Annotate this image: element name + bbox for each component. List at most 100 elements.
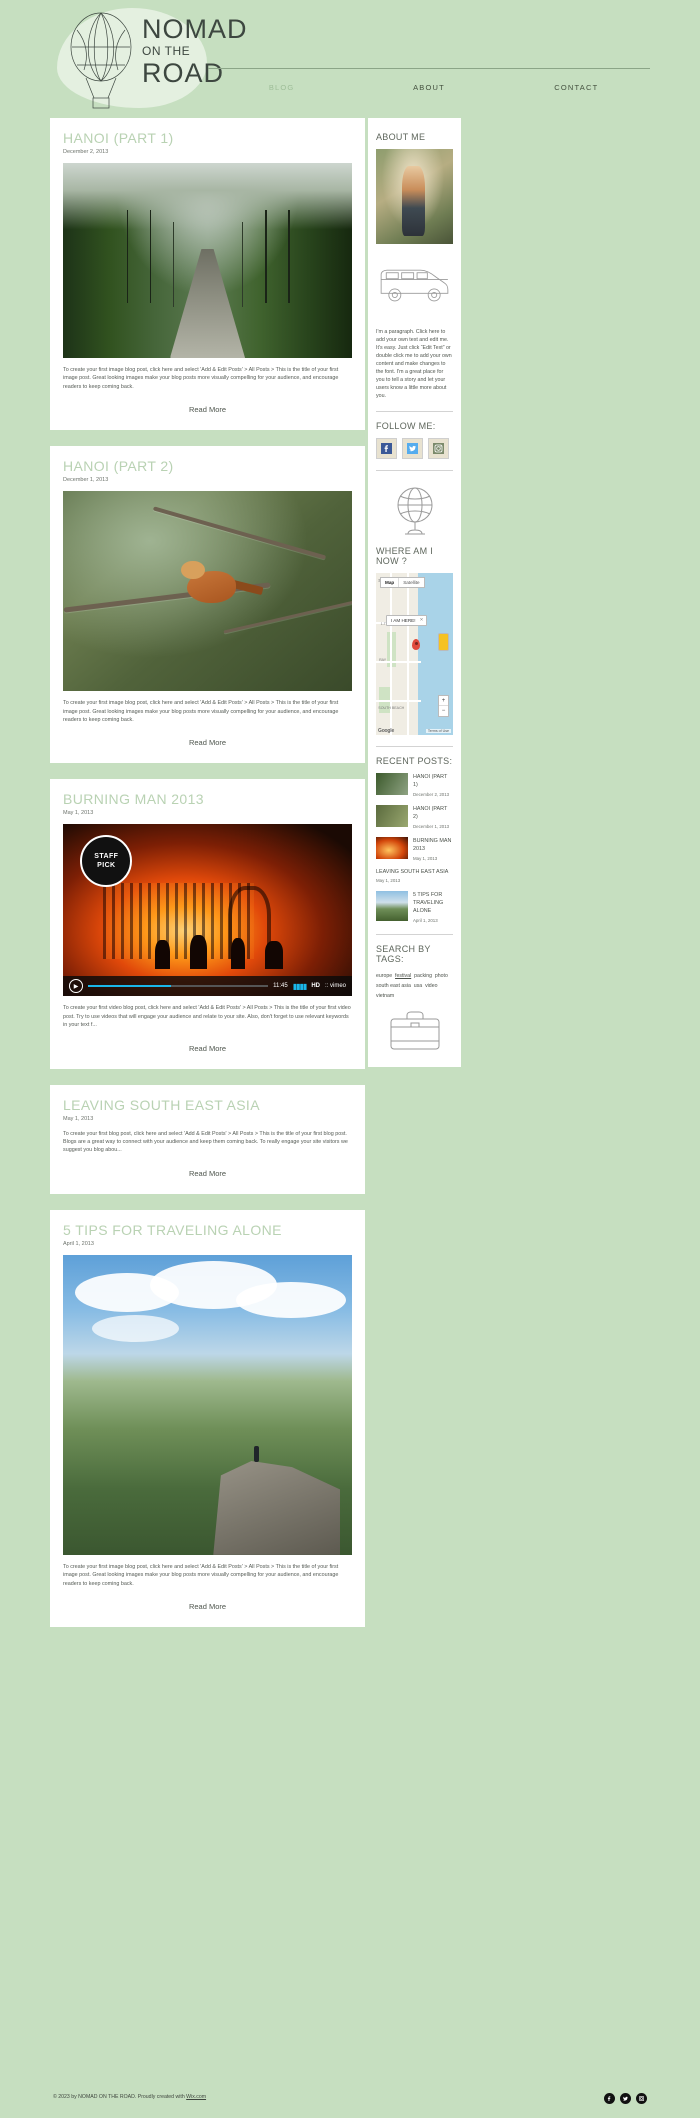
globe-icon bbox=[397, 487, 432, 535]
nav-item-contact[interactable]: CONTACT bbox=[503, 73, 650, 92]
map-button[interactable]: Map bbox=[381, 578, 400, 588]
post-title[interactable]: LEAVING SOUTH EAST ASIA bbox=[63, 1097, 352, 1113]
nav-item-about[interactable]: ABOUT bbox=[355, 73, 502, 92]
zoom-in-button[interactable]: + bbox=[439, 696, 448, 707]
post-title[interactable]: HANOI (PART 1) bbox=[63, 130, 352, 146]
read-more-link[interactable]: Read More bbox=[63, 738, 352, 747]
map-zoom-control[interactable]: + − bbox=[438, 695, 449, 718]
twitter-icon[interactable] bbox=[620, 2093, 631, 2104]
about-me-text: I'm a paragraph. Click here to add your … bbox=[376, 329, 452, 400]
video-controls-bar[interactable]: ▶ 11:45 ▮▮▮▮ HD :: vimeo bbox=[63, 976, 352, 997]
map-street-label-2: RAY bbox=[379, 657, 387, 662]
post-date: December 2, 2013 bbox=[63, 149, 109, 155]
post-body: To create your first image blog post, cl… bbox=[63, 367, 339, 390]
twitter-icon[interactable] bbox=[402, 438, 423, 460]
map-type-control[interactable]: Map Satellite bbox=[380, 577, 425, 589]
footer-copyright-text: © 2023 by NOMAD ON THE ROAD. Proudly cre… bbox=[53, 2094, 187, 2100]
divider bbox=[376, 470, 453, 472]
post-date: May 1, 2013 bbox=[63, 1115, 94, 1122]
divider bbox=[376, 746, 453, 748]
recent-post-date: December 2, 2013 bbox=[413, 792, 450, 798]
recent-post-title[interactable]: HANOI (PART 2) bbox=[413, 805, 453, 821]
blog-post-card: HANOI (PART 1) December 2, 2013 To creat… bbox=[50, 118, 365, 431]
map-pin-icon[interactable] bbox=[412, 639, 420, 651]
divider bbox=[376, 934, 453, 936]
logo-line-1: NOMAD bbox=[142, 14, 248, 44]
instagram-icon[interactable] bbox=[428, 438, 449, 460]
tag-usa[interactable]: usa bbox=[414, 983, 422, 989]
tag-cloud: europe festival packing photo south east… bbox=[376, 971, 453, 1001]
play-icon[interactable]: ▶ bbox=[69, 979, 83, 994]
post-body: To create your first image blog post, cl… bbox=[63, 700, 339, 724]
satellite-button[interactable]: Satellite bbox=[399, 578, 423, 587]
google-attribution: Google bbox=[378, 728, 395, 735]
tag-festival[interactable]: festival bbox=[395, 973, 411, 979]
recent-post-item[interactable]: HANOI (PART 1) December 2, 2013 bbox=[376, 773, 453, 797]
suitcase-icon bbox=[390, 1011, 439, 1050]
staff-pick-line-1: STAFF bbox=[94, 852, 119, 860]
tag-video[interactable]: video bbox=[425, 983, 437, 989]
zoom-out-button[interactable]: − bbox=[439, 706, 448, 716]
location-map[interactable]: SOUTH BEACH 1-T Park RAY SOUTH BEACH Map… bbox=[376, 573, 453, 736]
tag-europe[interactable]: europe bbox=[376, 973, 392, 979]
recent-post-item[interactable]: BURNING MAN 2013 May 1, 2013 bbox=[376, 837, 453, 861]
recent-post-date: April 1, 2013 bbox=[413, 918, 438, 924]
tag-south-east-asia[interactable]: south east asia bbox=[376, 983, 411, 989]
recent-post-title[interactable]: LEAVING SOUTH EAST ASIA bbox=[376, 869, 453, 875]
post-body: To create your first image blog post, cl… bbox=[63, 1563, 339, 1587]
blog-post-card: HANOI (PART 2) December 1, 2013 To creat… bbox=[50, 446, 365, 764]
tag-packing[interactable]: packing bbox=[414, 973, 432, 979]
post-image-cliff-traveler bbox=[63, 1254, 352, 1555]
close-icon[interactable]: ✕ bbox=[420, 617, 424, 623]
video-progress-bar[interactable] bbox=[88, 985, 269, 988]
recent-post-item[interactable]: HANOI (PART 2) December 1, 2013 bbox=[376, 805, 453, 829]
recent-post-date: May 1, 2013 bbox=[413, 856, 438, 862]
recent-post-item[interactable]: LEAVING SOUTH EAST ASIA May 1, 2013 bbox=[376, 869, 453, 883]
read-more-link[interactable]: Read More bbox=[63, 1602, 352, 1611]
divider bbox=[376, 411, 453, 413]
suitcase-illustration bbox=[376, 1009, 453, 1053]
recent-post-thumbnail bbox=[376, 891, 408, 922]
read-more-link[interactable]: Read More bbox=[63, 1044, 352, 1053]
site-header: NOMAD ON THE ROAD BLOG ABOUT CONTACT bbox=[0, 0, 700, 118]
volume-icon[interactable]: ▮▮▮▮ bbox=[293, 982, 308, 991]
recent-post-title[interactable]: HANOI (PART 1) bbox=[413, 773, 453, 789]
sidebar-heading-about-me: ABOUT ME bbox=[376, 132, 426, 142]
footer-social-links bbox=[604, 2093, 647, 2104]
map-marker-tooltip[interactable]: I AM HERE! ✕ bbox=[386, 615, 427, 627]
nav-item-blog[interactable]: BLOG bbox=[208, 73, 355, 92]
post-body: To create your first video blog post, cl… bbox=[63, 1005, 351, 1029]
tag-photo[interactable]: photo bbox=[435, 973, 448, 979]
tag-vietnam[interactable]: vietnam bbox=[376, 993, 394, 999]
wix-link[interactable]: Wix.com bbox=[186, 2094, 206, 2100]
map-terms-link[interactable]: Terms of Use bbox=[425, 729, 451, 734]
instagram-icon[interactable] bbox=[636, 2093, 647, 2104]
facebook-icon[interactable] bbox=[604, 2093, 615, 2104]
sidebar-heading-recent-posts: RECENT POSTS: bbox=[376, 756, 453, 767]
post-title[interactable]: BURNING MAN 2013 bbox=[63, 791, 352, 807]
video-time: 11:45 bbox=[273, 983, 288, 990]
sidebar-heading-where-am-i: WHERE AM I NOW ? bbox=[376, 546, 434, 567]
post-video-player[interactable]: STAFF PICK ▶ 11:45 ▮▮▮▮ HD :: vimeo bbox=[63, 824, 352, 997]
recent-post-thumbnail bbox=[376, 773, 408, 796]
blog-post-card: LEAVING SOUTH EAST ASIA May 1, 2013 To c… bbox=[50, 1084, 365, 1194]
hot-air-balloon-icon bbox=[70, 12, 132, 109]
recent-post-title[interactable]: 5 TIPS FOR TRAVELING ALONE bbox=[413, 891, 453, 915]
recent-post-item[interactable]: 5 TIPS FOR TRAVELING ALONE April 1, 2013 bbox=[376, 891, 453, 923]
vimeo-brand[interactable]: :: vimeo bbox=[325, 983, 346, 989]
hd-badge[interactable]: HD bbox=[311, 983, 320, 989]
read-more-link[interactable]: Read More bbox=[63, 1169, 352, 1178]
footer-copyright: © 2023 by NOMAD ON THE ROAD. Proudly cre… bbox=[53, 2094, 206, 2100]
read-more-link[interactable]: Read More bbox=[63, 405, 352, 414]
post-image-bird bbox=[63, 491, 352, 692]
pegman-icon[interactable] bbox=[438, 633, 449, 652]
post-title[interactable]: 5 TIPS FOR TRAVELING ALONE bbox=[63, 1222, 352, 1238]
recent-post-title[interactable]: BURNING MAN 2013 bbox=[413, 837, 453, 853]
post-title[interactable]: HANOI (PART 2) bbox=[63, 458, 352, 474]
map-street-label-3: SOUTH BEACH bbox=[378, 706, 405, 711]
post-date: April 1, 2013 bbox=[63, 1240, 94, 1247]
post-date: December 1, 2013 bbox=[63, 477, 109, 484]
facebook-icon[interactable] bbox=[376, 438, 397, 460]
sidebar-heading-follow-me: FOLLOW ME: bbox=[376, 421, 436, 432]
globe-illustration bbox=[376, 480, 453, 542]
